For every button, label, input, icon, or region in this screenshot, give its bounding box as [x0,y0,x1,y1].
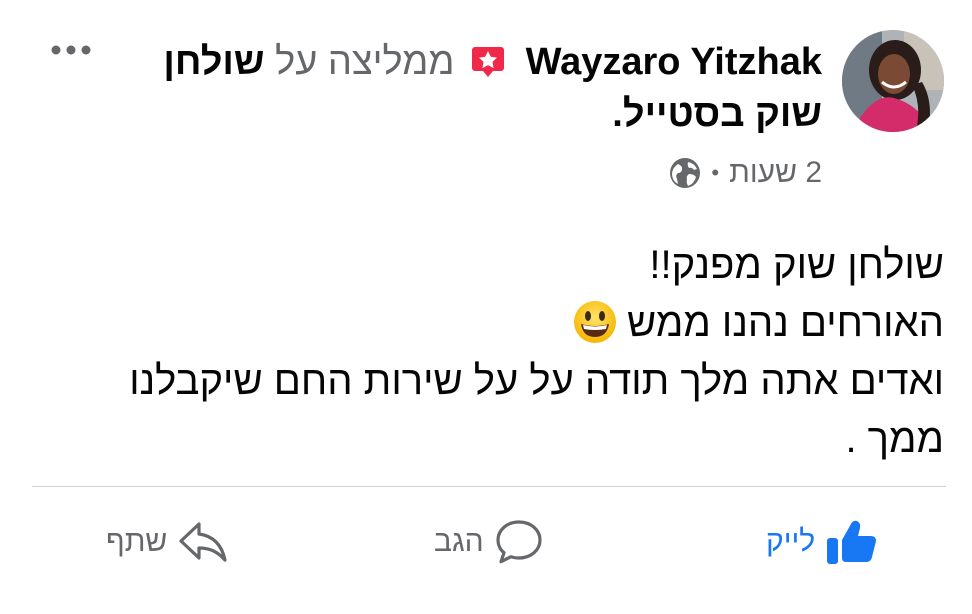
recommend-text: ממליצה על [275,41,455,83]
author-avatar[interactable] [842,30,944,132]
more-options-icon [51,45,91,55]
action-divider [32,486,946,487]
content-line: האורחים נהנו ממש [627,301,944,345]
content-line: שולחן שוק מפנק!! [649,243,944,287]
thumbs-up-icon [827,520,877,564]
like-button[interactable]: לייק [756,512,877,572]
post-content: שולחן שוק מפנק!! האורחים נהנו ממש ואדים … [64,236,944,468]
post-card: Wayzaro Yitzhak ממליצה על שולחן שוק בסטי… [0,0,972,614]
comment-button[interactable]: הגב [424,512,544,572]
share-label: שתף [106,525,168,558]
meta-separator: • [711,160,720,185]
post-time[interactable]: 2 שעות [729,156,822,190]
like-label: לייק [766,525,816,558]
globe-icon[interactable] [669,157,701,189]
grinning-face-emoji [574,301,617,343]
content-line: ואדים אתה מלך תודה על על שירות החם שיקבל… [129,359,944,461]
post-headline: Wayzaro Yitzhak ממליצה על שולחן שוק בסטי… [163,41,822,135]
author-name[interactable]: Wayzaro Yitzhak [526,41,822,83]
share-button[interactable]: שתף [96,512,229,572]
share-icon [179,522,227,562]
recommend-icon [472,47,505,77]
avatar-photo [842,30,944,132]
post-meta: 2 שעות • [669,156,822,190]
more-options-button[interactable] [46,30,96,70]
comment-label: הגב [434,525,484,558]
comment-icon [496,520,542,564]
